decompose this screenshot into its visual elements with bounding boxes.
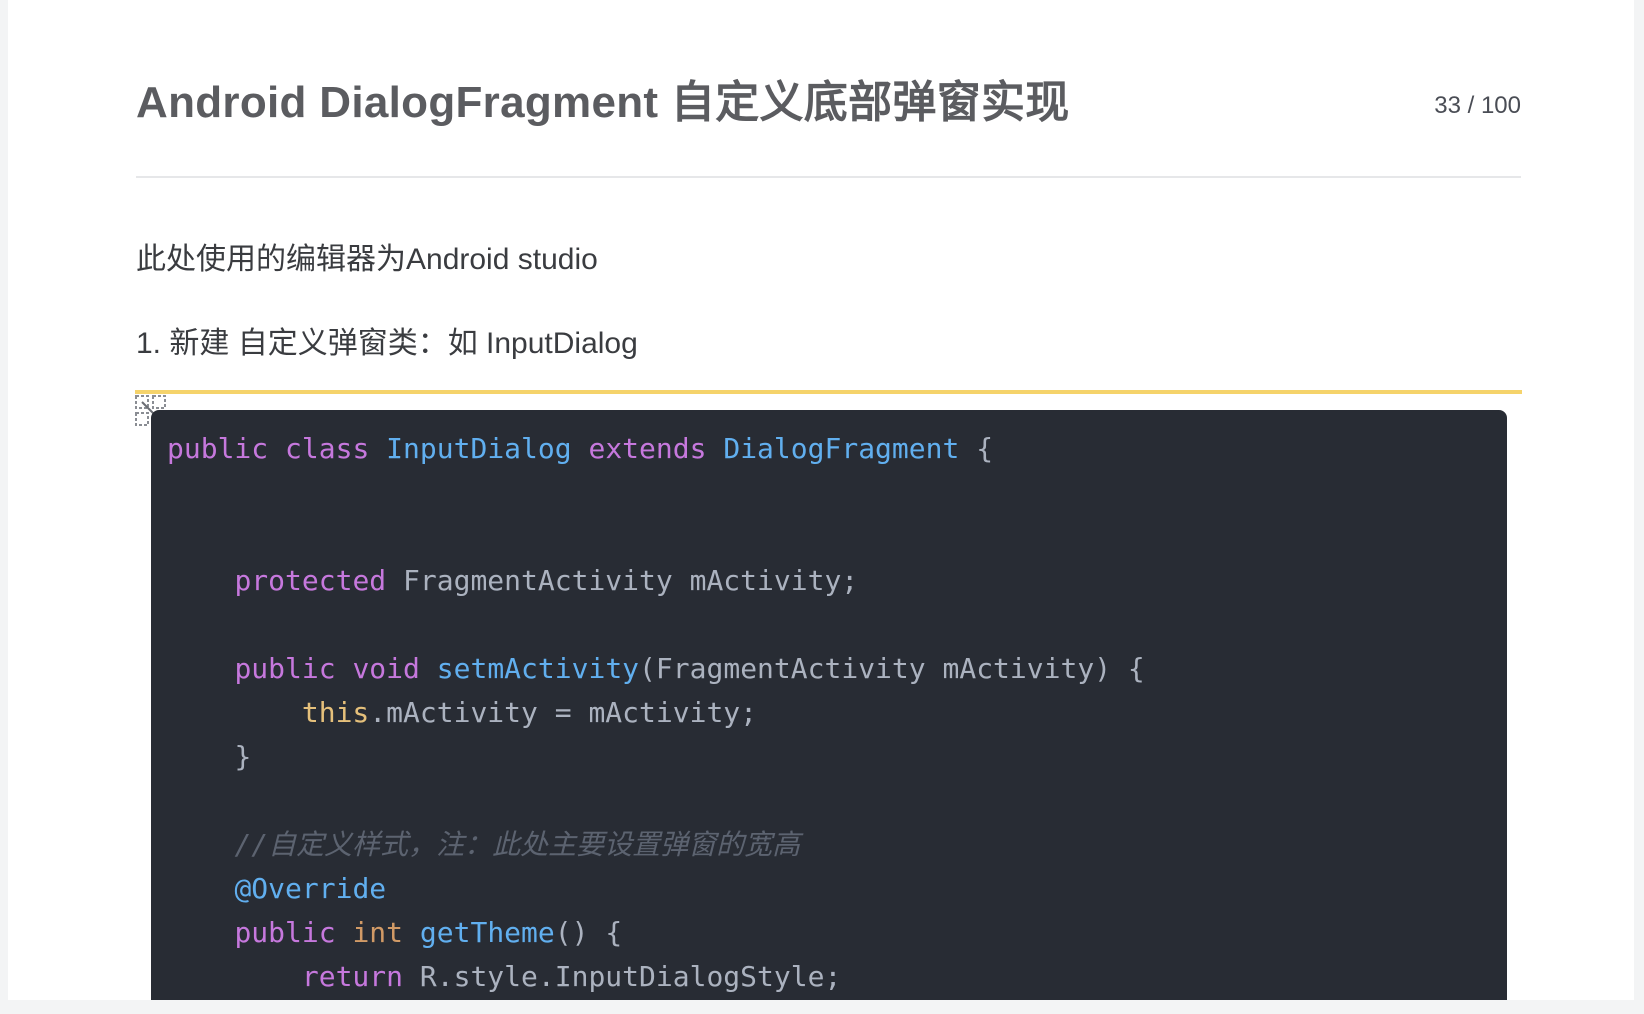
code-line: //自定义样式，注：此处主要设置弹窗的宽高 [167,823,1507,867]
code-line: @Override [167,867,1507,911]
article-header: Android DialogFragment 自定义底部弹窗实现 33 / 10… [136,0,1521,178]
code-content: public class InputDialog extends DialogF… [151,410,1507,999]
code-token-text: FragmentActivity mActivity; [386,564,859,597]
code-token-keyword: void [352,652,420,685]
code-line: public void setmActivity(FragmentActivit… [167,647,1507,691]
code-token-keyword: public [234,652,336,685]
code-line: public int getTheme() { [167,911,1507,955]
page-counter: 33 / 100 [1434,92,1521,119]
code-line: protected FragmentActivity mActivity; [167,559,1507,603]
code-token-keyword: extends [588,432,707,465]
code-token-type: InputDialog [386,432,572,465]
code-token-text: (FragmentActivity mActivity) { [639,652,1145,685]
code-token-text: } [234,740,252,773]
code-block[interactable]: public class InputDialog extends DialogF… [151,410,1507,1000]
code-token-keyword: public [167,432,269,465]
code-line: return R.style.InputDialogStyle; [167,955,1507,999]
code-token-text: R.style.InputDialogStyle; [403,960,842,993]
code-token-text: { [959,432,994,465]
code-token-keyword: return [301,960,404,993]
code-token-keyword: public [234,916,336,949]
code-accent-line [135,390,1522,394]
code-line: public class InputDialog extends DialogF… [167,427,1507,471]
code-line: this.mActivity = mActivity; [167,691,1507,735]
page-title: Android DialogFragment 自定义底部弹窗实现 [136,78,1070,127]
code-token-text: () { [554,916,623,949]
code-token-keyword: class [285,432,370,465]
code-token-annotation: @Override [234,872,387,905]
step-1-paragraph: 1. 新建 自定义弹窗类：如 InputDialog [136,327,638,360]
code-line: } [167,735,1507,779]
code-token-text: .mActivity = mActivity; [369,696,758,729]
code-token-comment: //自定义样式，注：此处主要设置弹窗的宽高 [234,828,801,861]
article-page: Android DialogFragment 自定义底部弹窗实现 33 / 10… [8,0,1634,1000]
code-token-this: this [301,696,370,729]
code-token-primitive: int [352,916,404,949]
code-token-keyword: protected [234,564,387,597]
code-token-type: DialogFragment [723,432,960,465]
code-token-function: setmActivity [436,652,640,685]
intro-paragraph: 此处使用的编辑器为Android studio [136,243,598,276]
code-token-function: getTheme [419,916,555,949]
